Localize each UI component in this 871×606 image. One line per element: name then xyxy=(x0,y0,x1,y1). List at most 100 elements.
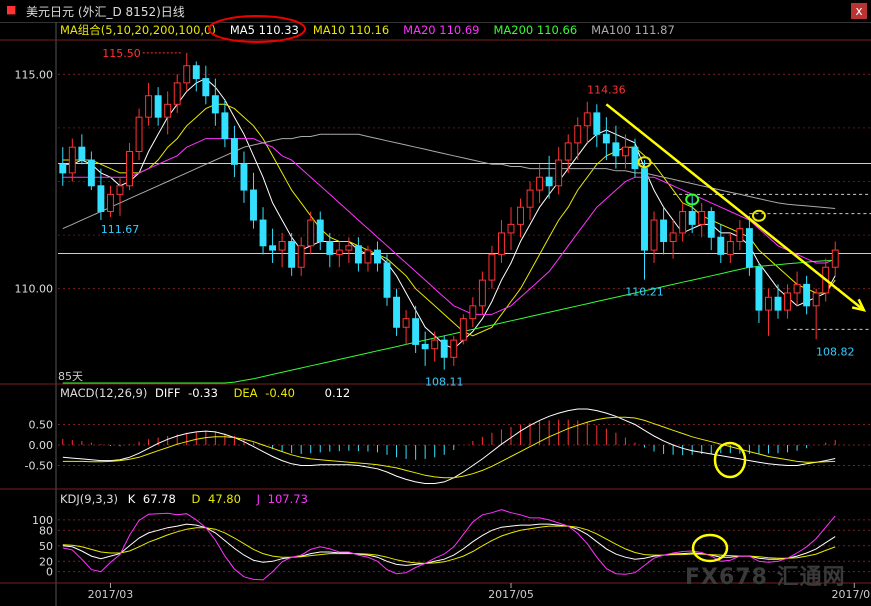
candlestick-chart[interactable]: 115.00110.000.500.00-0.501008050200115.5… xyxy=(0,0,871,606)
candle-body xyxy=(774,296,782,311)
candle-body xyxy=(726,241,734,255)
candle-body xyxy=(631,146,639,170)
candle-body xyxy=(164,103,172,118)
price-tick-label: 110.00 xyxy=(15,283,54,296)
price-annotation: 108.82 xyxy=(816,345,855,358)
kdj-tick-label: 50 xyxy=(39,540,53,553)
candle-body xyxy=(593,112,601,135)
candle-body xyxy=(135,116,143,152)
candle-body xyxy=(669,232,677,243)
price-annotation: 108.11 xyxy=(425,376,464,389)
date-label: 2017/03 xyxy=(88,588,134,601)
fx678-watermark: FX678 汇通网 xyxy=(685,565,846,590)
candle-body xyxy=(564,142,572,161)
price-annotation: 114.36 xyxy=(587,84,626,97)
macd-tick-label: 0.50 xyxy=(29,419,54,432)
candle-body xyxy=(488,253,496,281)
candle-body xyxy=(211,95,219,114)
candle-body xyxy=(269,245,277,251)
kdj-highlight-circle xyxy=(691,533,729,563)
candle-body xyxy=(393,296,401,328)
candle-body xyxy=(97,185,105,212)
candle-body xyxy=(440,339,448,358)
candle-body xyxy=(221,112,229,140)
candle-body xyxy=(602,133,610,144)
candle-body xyxy=(335,249,343,255)
candle-body xyxy=(116,185,124,195)
candle-body xyxy=(478,279,486,307)
candle-body xyxy=(68,146,76,174)
candle-body xyxy=(536,176,544,191)
kdj-tick-label: 80 xyxy=(39,524,53,537)
candle-body xyxy=(106,193,114,213)
candle-body xyxy=(383,262,391,298)
candle-body xyxy=(574,125,582,144)
macd-tick-label: -0.50 xyxy=(25,459,53,472)
highlight-circle xyxy=(751,209,766,222)
candle-body xyxy=(459,318,467,341)
price-annotation: 110.21 xyxy=(625,286,664,299)
candle-body xyxy=(345,245,353,251)
candle-body xyxy=(545,176,553,187)
candle-body xyxy=(793,283,801,294)
candle-body xyxy=(412,318,420,345)
candle-body xyxy=(707,211,715,238)
macd-tick-label: 0.00 xyxy=(29,439,54,452)
candle-body xyxy=(679,211,687,234)
candle-body xyxy=(698,211,706,225)
candle-body xyxy=(183,65,191,84)
candle-body xyxy=(717,236,725,255)
date-label: 2017/05 xyxy=(488,588,534,601)
candle-body xyxy=(250,189,257,221)
candle-body xyxy=(688,211,696,225)
candle-body xyxy=(307,219,315,247)
candle-body xyxy=(259,219,267,247)
candle-body xyxy=(755,266,763,311)
price-tick-label: 115.00 xyxy=(15,68,54,81)
candle-body xyxy=(297,245,305,268)
ma-line-ma200 xyxy=(62,259,836,384)
candle-body xyxy=(765,296,772,311)
candle-body xyxy=(812,292,820,307)
candle-body xyxy=(278,241,286,251)
candle-body xyxy=(173,82,181,105)
candle-body xyxy=(364,249,372,264)
candle-body xyxy=(612,142,620,157)
candle-body xyxy=(374,249,381,264)
candle-body xyxy=(469,305,477,320)
candle-body xyxy=(154,95,162,118)
candle-body xyxy=(192,65,200,80)
candle-body xyxy=(126,150,133,187)
candle-body xyxy=(87,159,95,187)
candle-body xyxy=(402,318,410,328)
price-annotation: 111.67 xyxy=(101,223,140,236)
ma-line-ma20 xyxy=(62,138,836,315)
candle-body xyxy=(583,112,591,127)
ma-line-ma5 xyxy=(62,78,836,350)
candle-body xyxy=(450,339,458,358)
candle-body xyxy=(784,292,792,311)
candle-body xyxy=(497,232,505,255)
candle-body xyxy=(517,206,524,225)
kdj-tick-label: 0 xyxy=(46,566,53,579)
candle-body xyxy=(641,168,648,251)
candle-body xyxy=(59,163,67,174)
candle-body xyxy=(736,228,744,243)
candle-body xyxy=(326,241,334,255)
candle-body xyxy=(745,228,753,268)
candle-body xyxy=(621,146,629,157)
candle-body xyxy=(230,138,238,165)
candle-body xyxy=(421,343,429,350)
candle-body xyxy=(288,241,296,268)
candle-body xyxy=(431,339,439,350)
candle-body xyxy=(831,249,839,268)
candle-body xyxy=(354,245,362,264)
candle-body xyxy=(316,219,324,243)
candle-body xyxy=(240,163,248,191)
candle-body xyxy=(526,189,534,208)
price-annotation: 115.50 xyxy=(102,47,141,60)
candle-body xyxy=(803,283,811,307)
candle-body xyxy=(145,95,153,118)
candle-body xyxy=(202,78,210,97)
candle-body xyxy=(650,219,658,251)
